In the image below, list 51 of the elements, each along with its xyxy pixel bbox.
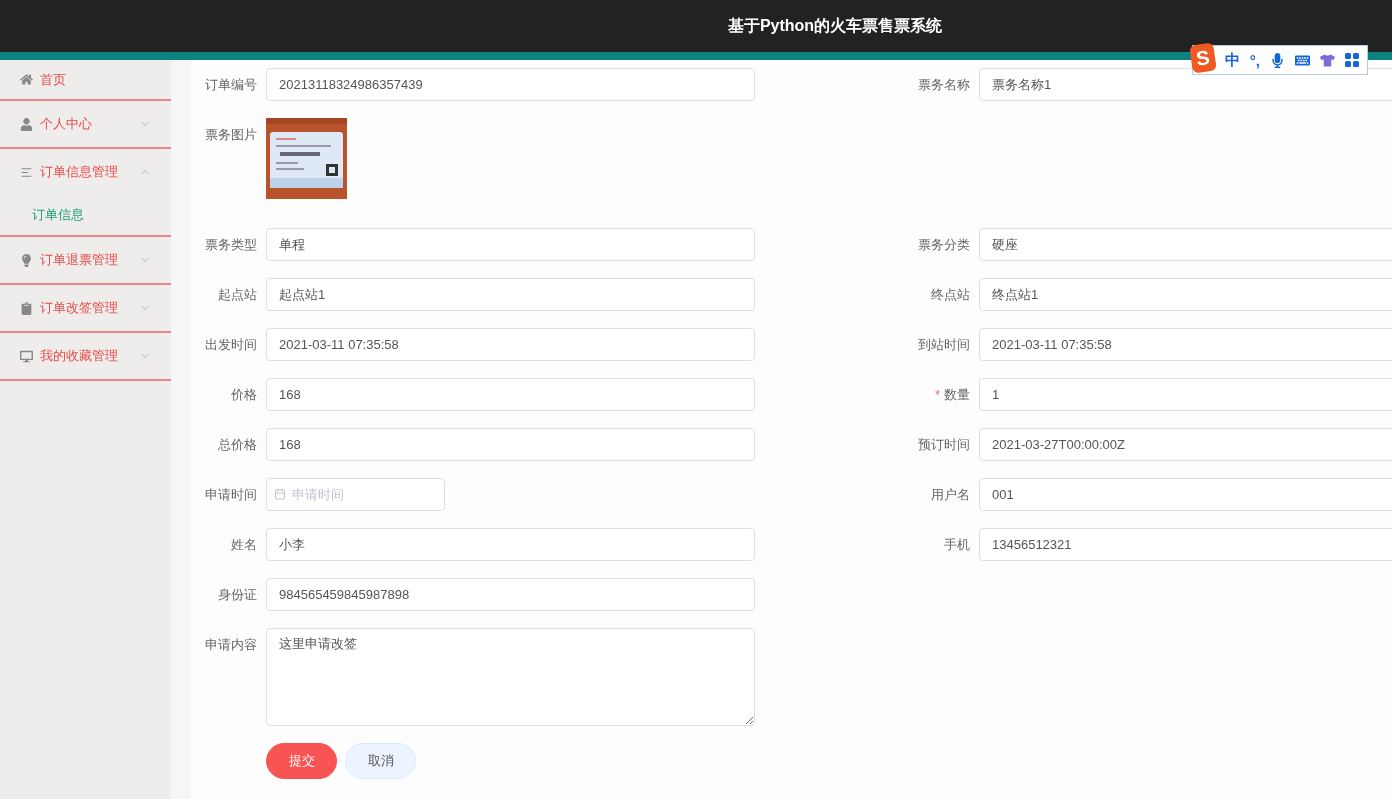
field-label: 预订时间 [917,436,970,454]
field-label: 票务名称 [917,76,970,94]
grid-icon[interactable] [1345,53,1359,67]
ime-punctuation[interactable]: °, [1249,51,1260,69]
text-field[interactable]: 001 [979,478,1392,511]
text-field[interactable]: 20213118324986357439 [266,68,755,101]
text-field[interactable]: 起点站1 [266,278,755,311]
field-label: 票务图片 [204,126,257,144]
text-field[interactable]: 168 [266,378,755,411]
text-field[interactable]: 1 [979,378,1392,411]
field-label: 终点站 [930,286,970,304]
clipboard-icon [20,301,34,315]
cancel-button[interactable]: 取消 [345,743,416,779]
field-label: 申请时间 [204,486,257,504]
text-field[interactable]: 2021-03-27T00:00:00Z [979,428,1392,461]
textarea-field[interactable]: 这里申请改签 [266,628,755,726]
field-label: 申请内容 [204,636,257,654]
home-icon [20,73,34,86]
field-label: * 数量 [933,386,970,404]
user-icon [20,117,34,131]
field-label: 用户名 [930,486,970,504]
lightbulb-icon [20,253,34,267]
text-field[interactable]: 硬座 [979,228,1392,261]
microphone-icon[interactable] [1270,52,1285,68]
field-label: 起点站 [217,286,257,304]
text-field[interactable]: 168 [266,428,755,461]
field-label: 姓名 [230,536,257,554]
field-label: 票务类型 [204,236,257,254]
list-icon [20,165,34,179]
date-field[interactable]: 申请时间 [266,478,445,511]
text-field[interactable]: 2021-03-11 07:35:58 [266,328,755,361]
text-field[interactable]: 单程 [266,228,755,261]
field-label: 到站时间 [917,336,970,354]
calendar-icon [274,488,286,500]
text-field[interactable]: 小李 [266,528,755,561]
app-title: 基于Python的火车票售票系统 [727,15,943,36]
text-field[interactable]: 984565459845987898 [266,578,755,611]
field-label: 价格 [230,386,257,404]
field-label: 出发时间 [204,336,257,354]
shirt-icon[interactable] [1320,52,1335,68]
monitor-icon [20,349,34,363]
field-label: 总价格 [217,436,257,454]
text-field[interactable]: 2021-03-11 07:35:58 [979,328,1392,361]
field-label: 手机 [943,536,970,554]
text-field[interactable]: 13456512321 [979,528,1392,561]
field-label: 身份证 [217,586,257,604]
field-label: 订单编号 [204,76,257,94]
field-label: 票务分类 [917,236,970,254]
ime-mode[interactable]: 中 [1224,50,1240,70]
text-field[interactable]: 终点站1 [979,278,1392,311]
text-field[interactable]: 票务名称1 [979,68,1392,101]
